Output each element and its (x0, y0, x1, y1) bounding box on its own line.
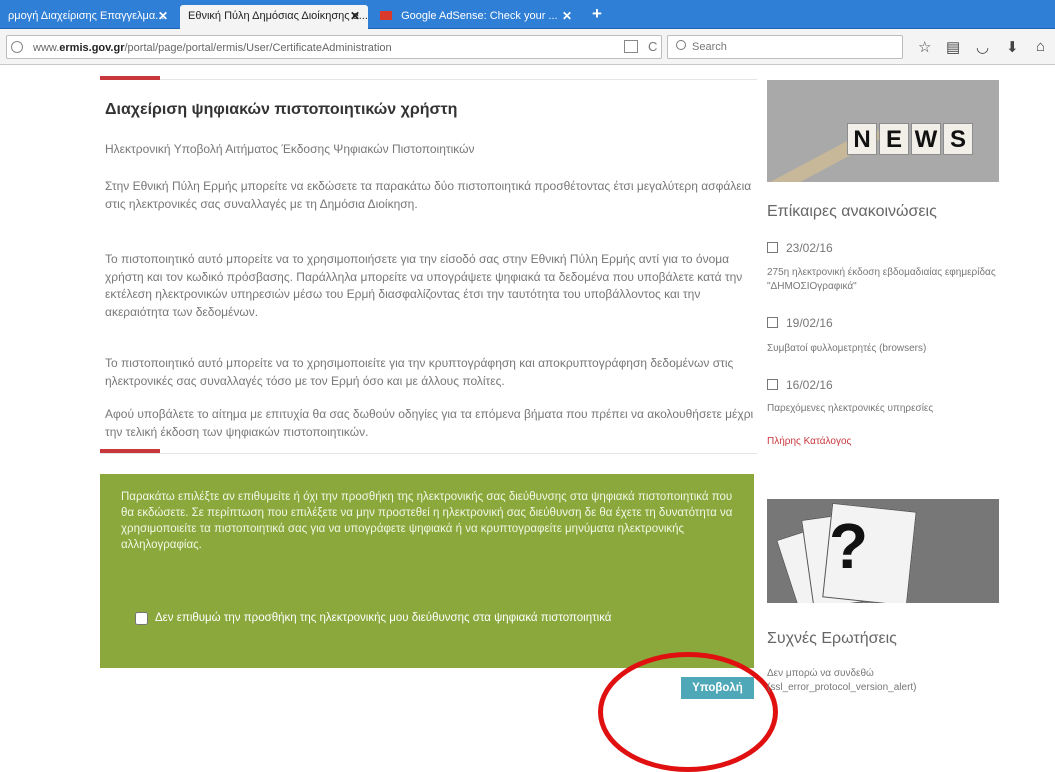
email-option-description: Παρακάτω επιλέξτε αν επιθυμείτε ή όχι τη… (121, 491, 733, 551)
search-icon (676, 40, 686, 50)
auth-cert-paragraph: Το πιστοποιητικό αυτό μπορείτε να το χρη… (105, 252, 743, 319)
news-date: 23/02/16 (767, 241, 833, 255)
search-input[interactable]: Search (667, 35, 903, 59)
pocket-icon[interactable]: ◡ (976, 38, 989, 56)
tab-3-label: Google AdSense: Check your ... (401, 10, 558, 22)
search-placeholder: Search (692, 41, 727, 53)
news-date: 19/02/16 (767, 316, 833, 330)
news-heading: Επίκαιρες ανακοινώσεις (767, 203, 937, 220)
globe-icon (11, 41, 23, 53)
full-list-link[interactable]: Πλήρης Κατάλογος (767, 436, 851, 447)
accent-bar (100, 76, 160, 80)
next-steps-paragraph: Αφού υποβάλετε το αίτημα με επιτυχία θα … (105, 407, 754, 439)
news-image: N E W S (767, 80, 999, 182)
faq-item-link[interactable]: Δεν μπορώ να συνδεθώ (ssl_error_protocol… (767, 667, 999, 695)
reader-view-icon[interactable] (624, 40, 638, 53)
page-title: Διαχείριση ψηφιακών πιστοποιητικών χρήστ… (105, 101, 458, 118)
divider (100, 79, 757, 80)
tab-1[interactable]: ρμογή Διαχείρισης Επαγγελμα... ✕ (0, 5, 176, 29)
close-icon[interactable]: ✕ (562, 9, 572, 23)
calendar-icon (767, 242, 778, 253)
tab-2[interactable]: Εθνική Πύλη Δημόσιας Διοίκησης e... ✕ (180, 5, 368, 29)
encryption-cert-paragraph: Το πιστοποιητικό αυτό μπορείτε να το χρη… (105, 356, 734, 388)
tab-3[interactable]: Google AdSense: Check your ... ✕ (372, 5, 580, 29)
news-item-link[interactable]: Συμβατοί φυλλομετρητές (browsers) (767, 342, 999, 356)
url-bar[interactable]: www.ermis.gov.gr/portal/page/portal/ermi… (6, 35, 662, 59)
url-text: www.ermis.gov.gr/portal/page/portal/ermi… (33, 42, 392, 54)
home-icon[interactable]: ⌂ (1036, 38, 1045, 55)
tab-1-label: ρμογή Διαχείρισης Επαγγελμα... (8, 10, 165, 22)
no-email-checkbox-label[interactable]: Δεν επιθυμώ την προσθήκη της ηλεκτρονική… (155, 612, 611, 624)
news-item-link[interactable]: 275η ηλεκτρονική έκδοση εβδομαδιαίας εφη… (767, 266, 999, 294)
gmail-icon (380, 11, 392, 20)
bookmarks-list-icon[interactable]: ▤ (946, 38, 960, 56)
news-letter: S (943, 123, 973, 155)
calendar-icon (767, 317, 778, 328)
close-icon[interactable]: ✕ (158, 9, 168, 23)
tab-2-label: Εθνική Πύλη Δημόσιας Διοίκησης e... (188, 10, 368, 22)
news-letter: E (879, 123, 909, 155)
divider (100, 453, 757, 454)
news-letter: W (911, 123, 941, 155)
bookmark-star-icon[interactable]: ☆ (918, 38, 931, 56)
download-icon[interactable]: ⬇ (1006, 38, 1019, 56)
news-letter: N (847, 123, 877, 155)
close-icon[interactable]: ✕ (350, 9, 360, 23)
faq-heading: Συχνές Ερωτήσεις (767, 630, 897, 647)
reload-icon[interactable]: C (648, 39, 657, 54)
page-subtitle: Ηλεκτρονική Υποβολή Αιτήματος Έκδοσης Ψη… (105, 142, 475, 156)
faq-image: ? (767, 499, 999, 603)
navigation-bar: www.ermis.gov.gr/portal/page/portal/ermi… (0, 29, 1055, 65)
question-mark-icon: ? (829, 510, 869, 582)
intro-paragraph: Στην Εθνική Πύλη Ερμής μπορείτε να εκδώσ… (105, 179, 752, 211)
no-email-checkbox[interactable] (135, 612, 148, 625)
email-option-panel: Παρακάτω επιλέξτε αν επιθυμείτε ή όχι τη… (100, 474, 754, 668)
news-date: 16/02/16 (767, 378, 833, 392)
tab-bar: ρμογή Διαχείρισης Επαγγελμα... ✕ Εθνική … (0, 0, 1055, 29)
calendar-icon (767, 379, 778, 390)
news-item-link[interactable]: Παρεχόμενες ηλεκτρονικές υπηρεσίες (767, 402, 999, 416)
highlight-circle-annotation (598, 652, 778, 772)
new-tab-button[interactable]: + (592, 4, 602, 24)
